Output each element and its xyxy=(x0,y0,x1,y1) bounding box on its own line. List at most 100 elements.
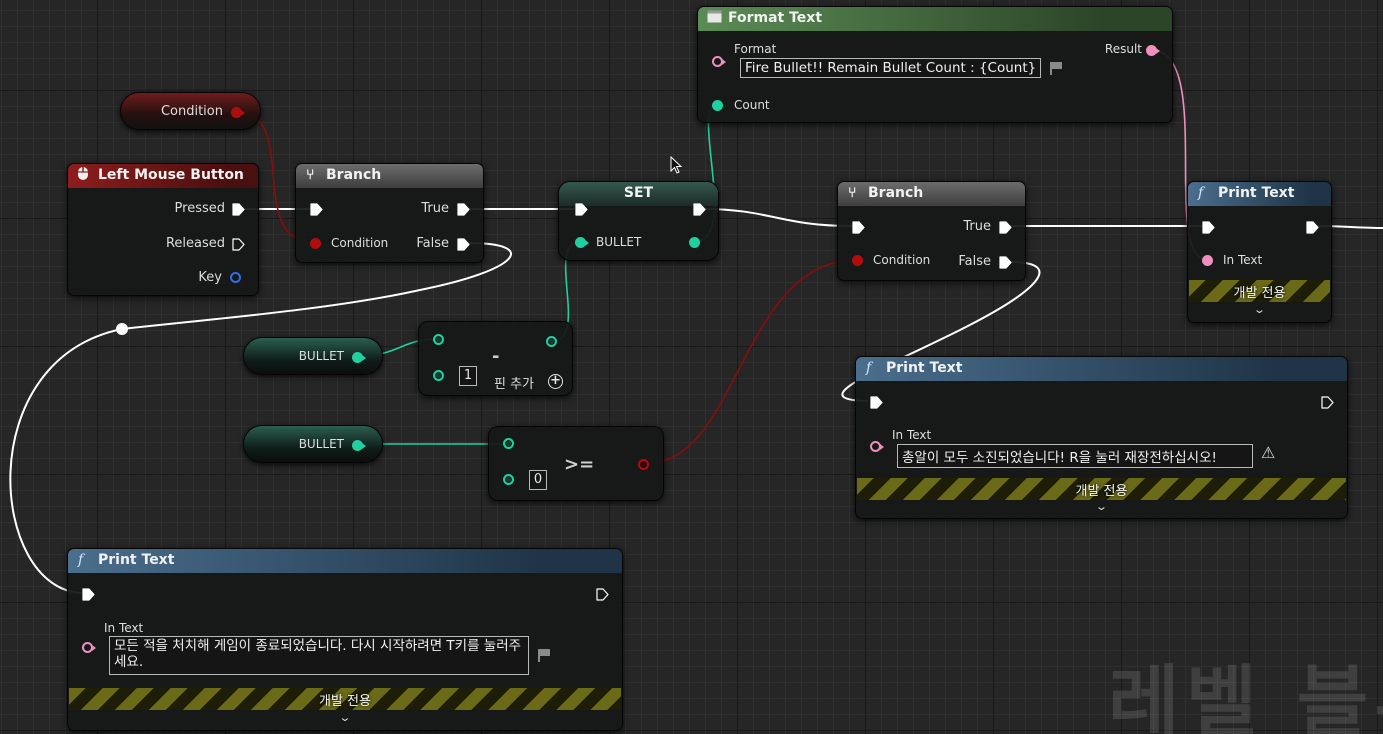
print-mid-exec-out-pin[interactable] xyxy=(1321,396,1334,409)
dev-only-label: 개발 전용 xyxy=(319,694,371,709)
print-bottom-text-input[interactable]: 모든 적을 처치해 게임이 종료되었습니다. 다시 시작하려면 T키를 눌러주세… xyxy=(109,636,529,675)
result-label: Result xyxy=(1104,42,1142,56)
localization-flag-icon[interactable] xyxy=(1050,62,1062,75)
subtract-input-a-pin[interactable] xyxy=(433,334,444,345)
subtract-b-value-input[interactable]: 1 xyxy=(459,366,477,386)
print-bottom-header: f Print Text xyxy=(68,549,622,573)
subtract-output-pin[interactable] xyxy=(546,336,557,347)
bullet-getter-node-1[interactable]: BULLET xyxy=(243,337,383,375)
subtract-operator: - xyxy=(492,346,500,367)
branch1-false-exec-pin[interactable] xyxy=(457,238,470,251)
result-output-pin[interactable] xyxy=(1146,45,1160,56)
plus-circle-icon[interactable]: + xyxy=(548,374,563,389)
bullet-getter2-output-pin[interactable] xyxy=(352,440,366,451)
set-bullet-output-pin[interactable] xyxy=(689,237,700,248)
branch2-false-exec-pin[interactable] xyxy=(999,256,1012,269)
key-output-pin[interactable] xyxy=(230,272,241,283)
format-text-input[interactable]: Fire Bullet!! Remain Bullet Count : {Cou… xyxy=(740,58,1041,78)
function-icon: f xyxy=(866,360,872,376)
set-bullet-node[interactable]: SET BULLET xyxy=(558,181,719,261)
print-mid-title: Print Text xyxy=(886,360,963,376)
greater-equal-node[interactable]: 0 >= xyxy=(488,426,664,501)
chevron-down-icon[interactable]: ⌄ xyxy=(1159,303,1359,316)
dev-only-banner: 개발 전용 xyxy=(69,688,621,710)
print-text-node-mid[interactable]: f Print Text In Text 총알이 모두 소진되었습니다! R을 … xyxy=(855,356,1348,519)
print-bottom-in-text-label: In Text xyxy=(104,621,144,635)
condition-getter-node[interactable]: Condition xyxy=(120,92,261,130)
branch2-true-exec-pin[interactable] xyxy=(999,221,1012,234)
print-top-in-text-label: In Text xyxy=(1223,253,1263,267)
left-mouse-button-header: Left Mouse Button xyxy=(68,164,258,188)
print-top-title: Print Text xyxy=(1218,185,1295,201)
branch2-true-label: True xyxy=(963,219,991,234)
compare-output-pin[interactable] xyxy=(638,459,649,470)
exec-wire-set-branch2 xyxy=(702,208,853,227)
branch-icon: ⑂ xyxy=(848,185,857,201)
format-input-pin[interactable] xyxy=(712,56,726,67)
left-mouse-button-node[interactable]: Left Mouse Button Pressed Released Key xyxy=(67,163,259,296)
function-icon: f xyxy=(1198,185,1204,201)
set-bullet-label: BULLET xyxy=(596,235,642,249)
branch-node-1[interactable]: ⑂ Branch True Condition False xyxy=(295,163,484,263)
watermark-text: 레벨 블루 xyxy=(1108,658,1383,734)
print-bottom-exec-out-pin[interactable] xyxy=(596,588,609,601)
print-bottom-exec-in-pin[interactable] xyxy=(82,588,95,601)
bool-wire-compare-branch2 xyxy=(644,259,858,465)
branch2-condition-pin[interactable] xyxy=(852,255,863,266)
branch1-exec-in-pin[interactable] xyxy=(310,203,323,216)
released-label: Released xyxy=(165,236,225,251)
dev-only-label: 개발 전용 xyxy=(1233,286,1286,301)
print-top-exec-in-pin[interactable] xyxy=(1202,221,1215,234)
branch-node-2[interactable]: ⑂ Branch True Condition False xyxy=(837,181,1026,281)
print-text-node-top[interactable]: f Print Text In Text 개발 전용 ⌄ xyxy=(1187,181,1332,323)
dev-only-label: 개발 전용 xyxy=(1075,484,1128,499)
branch2-condition-label: Condition xyxy=(873,253,931,267)
print-top-in-text-pin[interactable] xyxy=(1202,255,1213,266)
bullet-getter-node-2[interactable]: BULLET xyxy=(243,425,383,463)
branch2-exec-in-pin[interactable] xyxy=(852,221,865,234)
released-exec-pin[interactable] xyxy=(232,238,245,251)
condition-getter-label: Condition xyxy=(160,104,223,119)
set-exec-out-pin[interactable] xyxy=(693,203,706,216)
dev-only-banner: 개발 전용 xyxy=(857,478,1346,500)
pressed-label: Pressed xyxy=(174,201,225,216)
format-label: Format xyxy=(734,42,777,56)
branch-icon: ⑂ xyxy=(306,167,315,183)
set-bullet-input-pin[interactable] xyxy=(575,237,589,248)
localization-flag-icon[interactable] xyxy=(538,649,550,662)
format-text-icon xyxy=(707,10,722,27)
compare-input-b-pin[interactable] xyxy=(503,474,514,485)
add-pin-label[interactable]: 핀 추가 xyxy=(494,373,534,392)
print-mid-in-text-pin[interactable] xyxy=(870,441,884,452)
bullet-getter2-label: BULLET xyxy=(298,437,344,451)
format-text-node[interactable]: Format Text Format Fire Bullet!! Remain … xyxy=(697,6,1173,123)
set-exec-in-pin[interactable] xyxy=(575,203,588,216)
branch1-true-exec-pin[interactable] xyxy=(457,203,470,216)
format-text-title: Format Text xyxy=(728,10,823,26)
format-text-header: Format Text xyxy=(698,7,1172,31)
branch1-title: Branch xyxy=(326,167,382,183)
dev-only-banner: 개발 전용 xyxy=(1189,280,1330,302)
print-mid-exec-in-pin[interactable] xyxy=(870,396,883,409)
pressed-exec-pin[interactable] xyxy=(232,203,245,216)
subtract-node[interactable]: 1 - 핀 추가 + xyxy=(418,321,573,396)
function-icon: f xyxy=(78,552,84,568)
print-text-node-bottom[interactable]: f Print Text In Text 모든 적을 처치해 게임이 종료되었습… xyxy=(67,548,623,731)
print-bottom-in-text-pin[interactable] xyxy=(82,642,96,653)
branch1-condition-pin[interactable] xyxy=(310,238,321,249)
subtract-input-b-pin[interactable] xyxy=(433,370,444,381)
count-input-pin[interactable] xyxy=(712,100,723,111)
reroute-knot[interactable] xyxy=(116,323,128,335)
print-mid-text-input[interactable]: 총알이 모두 소진되었습니다! R을 눌러 재장전하십시오! xyxy=(897,444,1253,468)
chevron-down-icon[interactable]: ⌄ xyxy=(0,711,733,724)
branch1-true-label: True xyxy=(421,201,449,216)
chevron-down-icon[interactable]: ⌄ xyxy=(758,500,1383,513)
compare-input-a-pin[interactable] xyxy=(503,438,514,449)
bullet-getter1-label: BULLET xyxy=(298,349,344,363)
compare-b-value-input[interactable]: 0 xyxy=(529,470,547,490)
print-mid-in-text-label: In Text xyxy=(892,428,932,442)
bullet-getter1-output-pin[interactable] xyxy=(352,352,366,363)
print-top-exec-out-pin[interactable] xyxy=(1306,221,1319,234)
condition-getter-output-pin[interactable] xyxy=(231,107,245,118)
mouse-icon xyxy=(77,166,89,185)
